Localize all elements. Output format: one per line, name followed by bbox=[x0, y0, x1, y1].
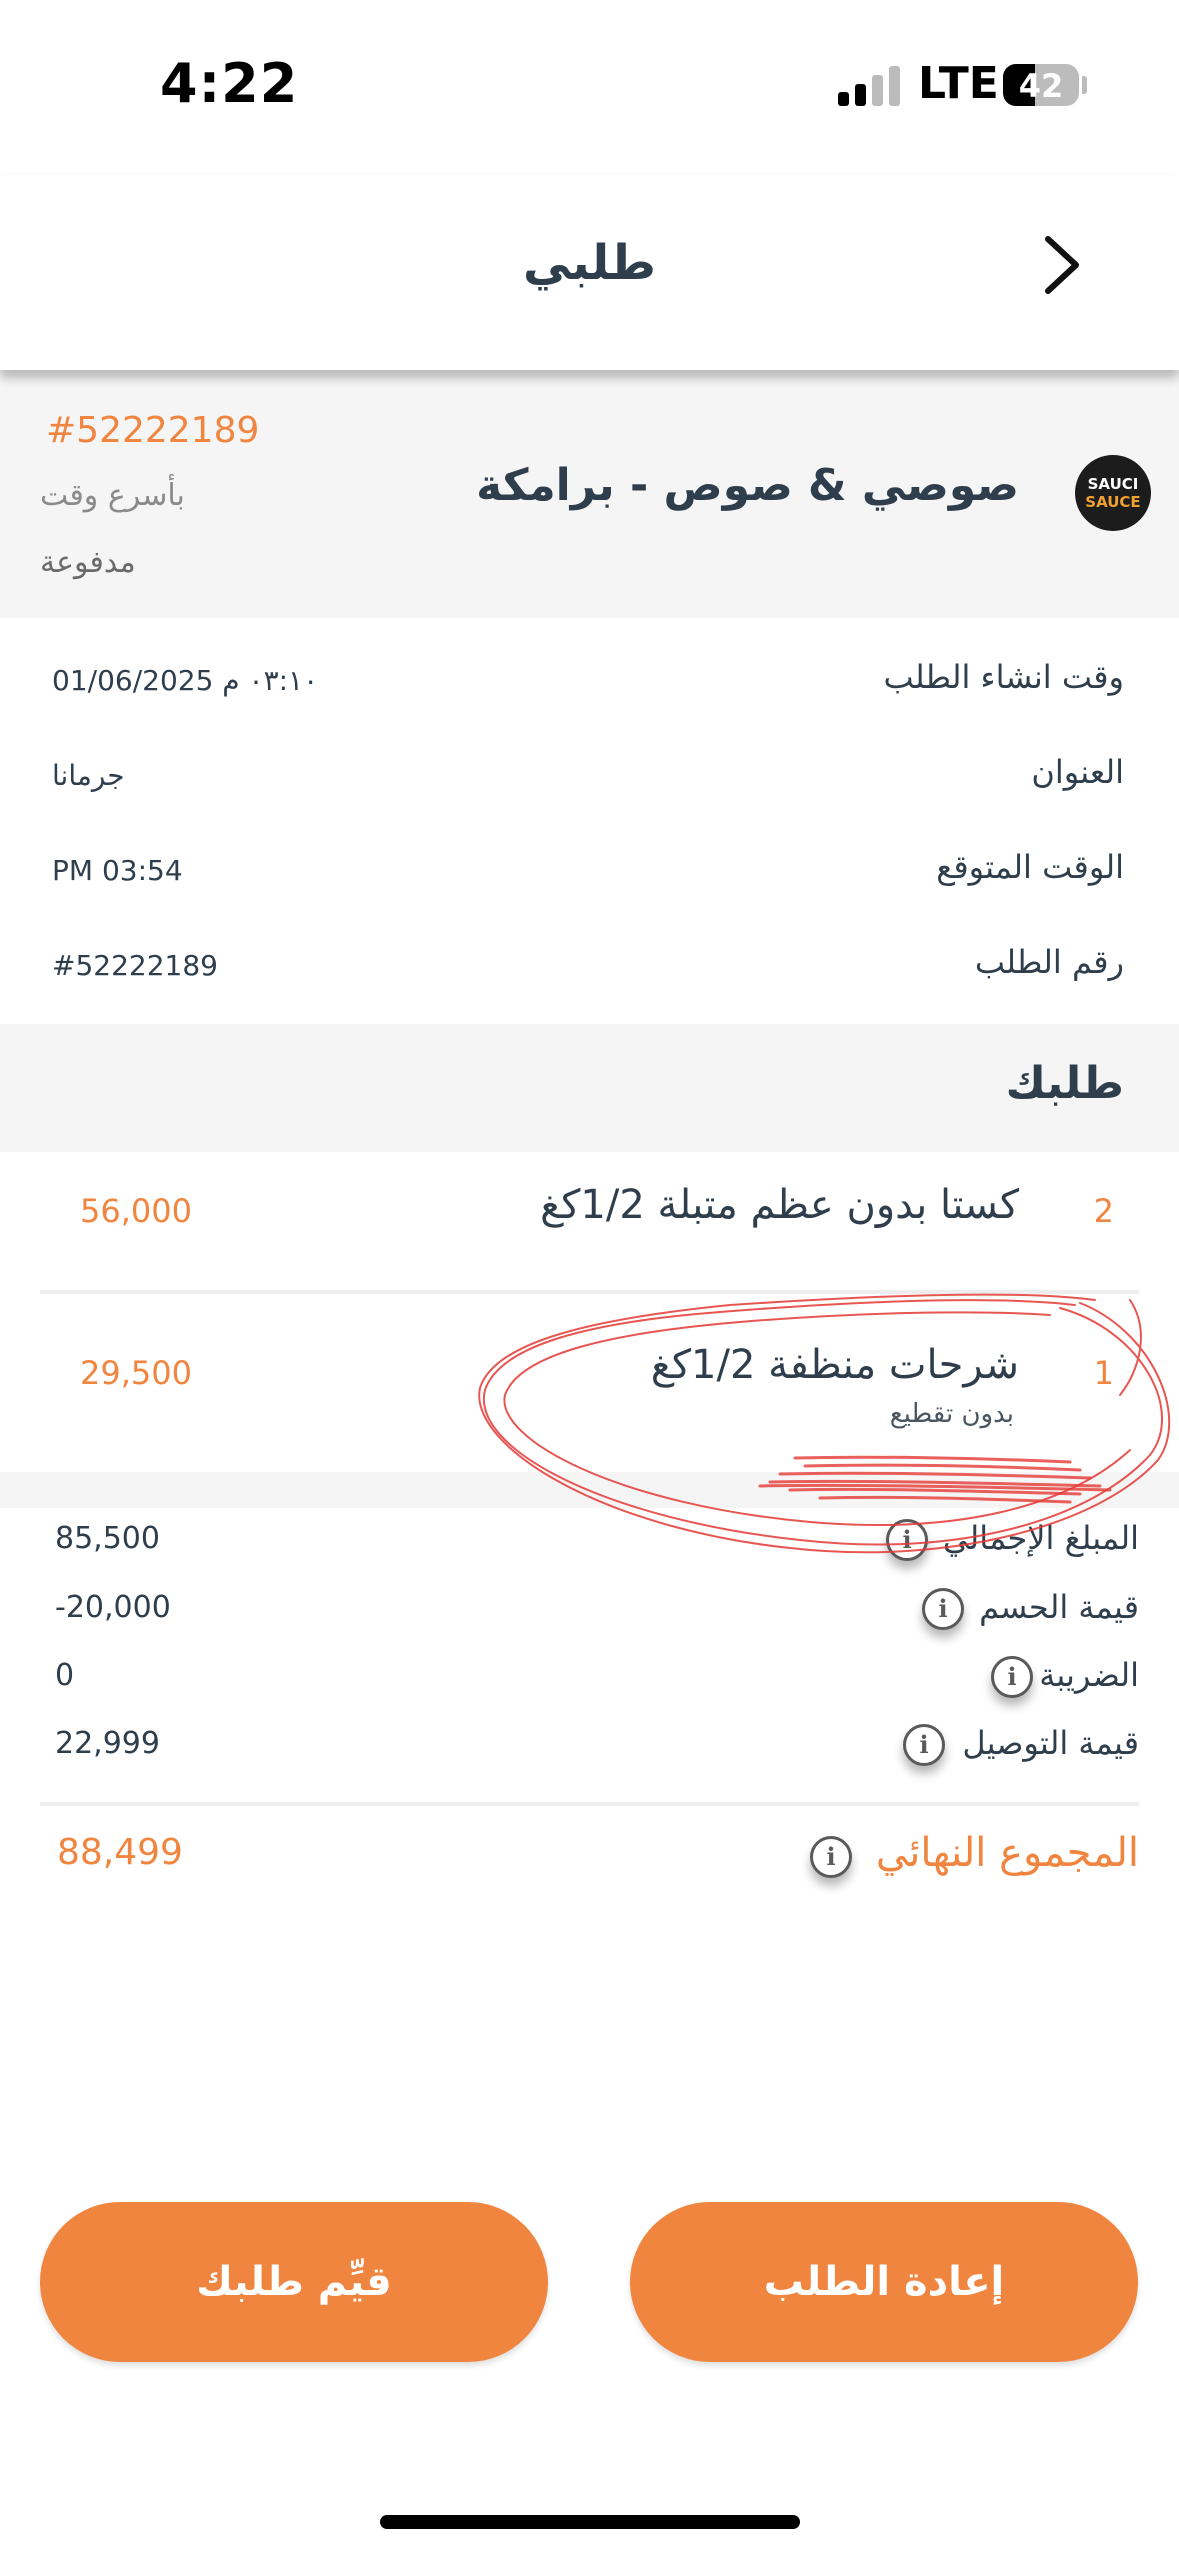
total-label: المجموع النهائي bbox=[875, 1830, 1139, 1876]
info-value: 01/06/2025 ٠٣:١٠ م bbox=[52, 664, 319, 697]
home-indicator[interactable] bbox=[380, 2515, 800, 2529]
battery-icon: 42 bbox=[1003, 64, 1079, 106]
info-icon[interactable]: i bbox=[903, 1724, 945, 1766]
item-note: بدون تقطيع bbox=[889, 1399, 1014, 1429]
summary-row-subtotal: المبلغ الإجمالي i 85,500 bbox=[0, 1515, 1179, 1575]
info-value: #52222189 bbox=[52, 949, 218, 982]
app-header: طلبي bbox=[0, 175, 1179, 370]
status-bar: 4:22 LTE 42 bbox=[0, 0, 1179, 175]
info-label: الوقت المتوقع bbox=[936, 848, 1124, 886]
restaurant-card: SAUCI SAUCE صوصي & صوص - برامكة #5222218… bbox=[0, 370, 1179, 618]
divider bbox=[40, 1802, 1139, 1806]
logo-text-bottom: SAUCE bbox=[1085, 493, 1141, 511]
status-time: 4:22 bbox=[160, 52, 299, 115]
summary-row-discount: قيمة الحسم i -20,000 bbox=[0, 1584, 1179, 1644]
network-type: LTE bbox=[918, 58, 999, 109]
info-value: PM 03:54 bbox=[52, 854, 183, 887]
info-label: وقت انشاء الطلب bbox=[883, 658, 1124, 696]
info-row-created: وقت انشاء الطلب 01/06/2025 ٠٣:١٠ م bbox=[0, 658, 1179, 718]
restaurant-logo: SAUCI SAUCE bbox=[1075, 455, 1151, 531]
info-icon[interactable]: i bbox=[886, 1519, 928, 1561]
restaurant-name: صوصي & صوص - برامكة bbox=[476, 460, 1019, 511]
item-name: شرحات منظفة 1/2كغ bbox=[650, 1342, 1019, 1388]
item-quantity: 1 bbox=[1093, 1354, 1114, 1392]
rate-order-button[interactable]: قيِّم طلبك bbox=[40, 2202, 548, 2362]
battery-level: 42 bbox=[1018, 67, 1064, 105]
summary-row-tax: الضريبة i 0 bbox=[0, 1652, 1179, 1712]
battery-tip bbox=[1082, 76, 1087, 94]
info-row-address: العنوان جرمانا bbox=[0, 753, 1179, 813]
info-icon[interactable]: i bbox=[922, 1588, 964, 1630]
order-number-badge: #52222189 bbox=[46, 410, 260, 451]
section-title: طلبك bbox=[1005, 1058, 1124, 1109]
signal-icon bbox=[838, 66, 900, 106]
info-value: جرمانا bbox=[52, 759, 125, 792]
item-price: 29,500 bbox=[80, 1354, 192, 1392]
page-title: طلبي bbox=[523, 235, 656, 291]
summary-row-total: المجموع النهائي i 88,499 bbox=[0, 1830, 1179, 1890]
summary-value: -20,000 bbox=[55, 1590, 171, 1625]
summary-value: 85,500 bbox=[55, 1521, 160, 1556]
logo-text-top: SAUCI bbox=[1087, 475, 1139, 493]
summary-value: 22,999 bbox=[55, 1726, 160, 1761]
summary-value: 0 bbox=[55, 1658, 75, 1693]
item-price: 56,000 bbox=[80, 1192, 192, 1230]
chevron-right-icon[interactable] bbox=[1032, 225, 1092, 305]
summary-label: قيمة الحسم bbox=[979, 1588, 1139, 1626]
list-item: 2 كستا بدون عظم متبلة 1/2كغ 56,000 bbox=[0, 1152, 1179, 1290]
info-icon[interactable]: i bbox=[991, 1656, 1033, 1698]
delivery-speed: بأسرع وقت bbox=[40, 478, 185, 513]
summary-label: المبلغ الإجمالي bbox=[942, 1519, 1139, 1557]
info-row-expected-time: الوقت المتوقع PM 03:54 bbox=[0, 848, 1179, 908]
summary-label: الضريبة bbox=[1039, 1656, 1139, 1694]
summary-row-delivery: قيمة التوصيل i 22,999 bbox=[0, 1720, 1179, 1780]
info-label: رقم الطلب bbox=[974, 943, 1124, 981]
info-icon[interactable]: i bbox=[810, 1836, 852, 1878]
order-section-header: طلبك bbox=[0, 1024, 1179, 1152]
payment-status: مدفوعة bbox=[40, 545, 136, 580]
reorder-button[interactable]: إعادة الطلب bbox=[630, 2202, 1138, 2362]
info-label: العنوان bbox=[1031, 753, 1124, 791]
summary-label: قيمة التوصيل bbox=[962, 1724, 1139, 1762]
section-separator bbox=[0, 1472, 1179, 1508]
info-row-order-number: رقم الطلب #52222189 bbox=[0, 943, 1179, 1003]
total-value: 88,499 bbox=[57, 1832, 183, 1873]
list-item: 1 شرحات منظفة 1/2كغ بدون تقطيع 29,500 bbox=[0, 1294, 1179, 1472]
item-name: كستا بدون عظم متبلة 1/2كغ bbox=[540, 1182, 1019, 1228]
item-quantity: 2 bbox=[1093, 1192, 1114, 1230]
